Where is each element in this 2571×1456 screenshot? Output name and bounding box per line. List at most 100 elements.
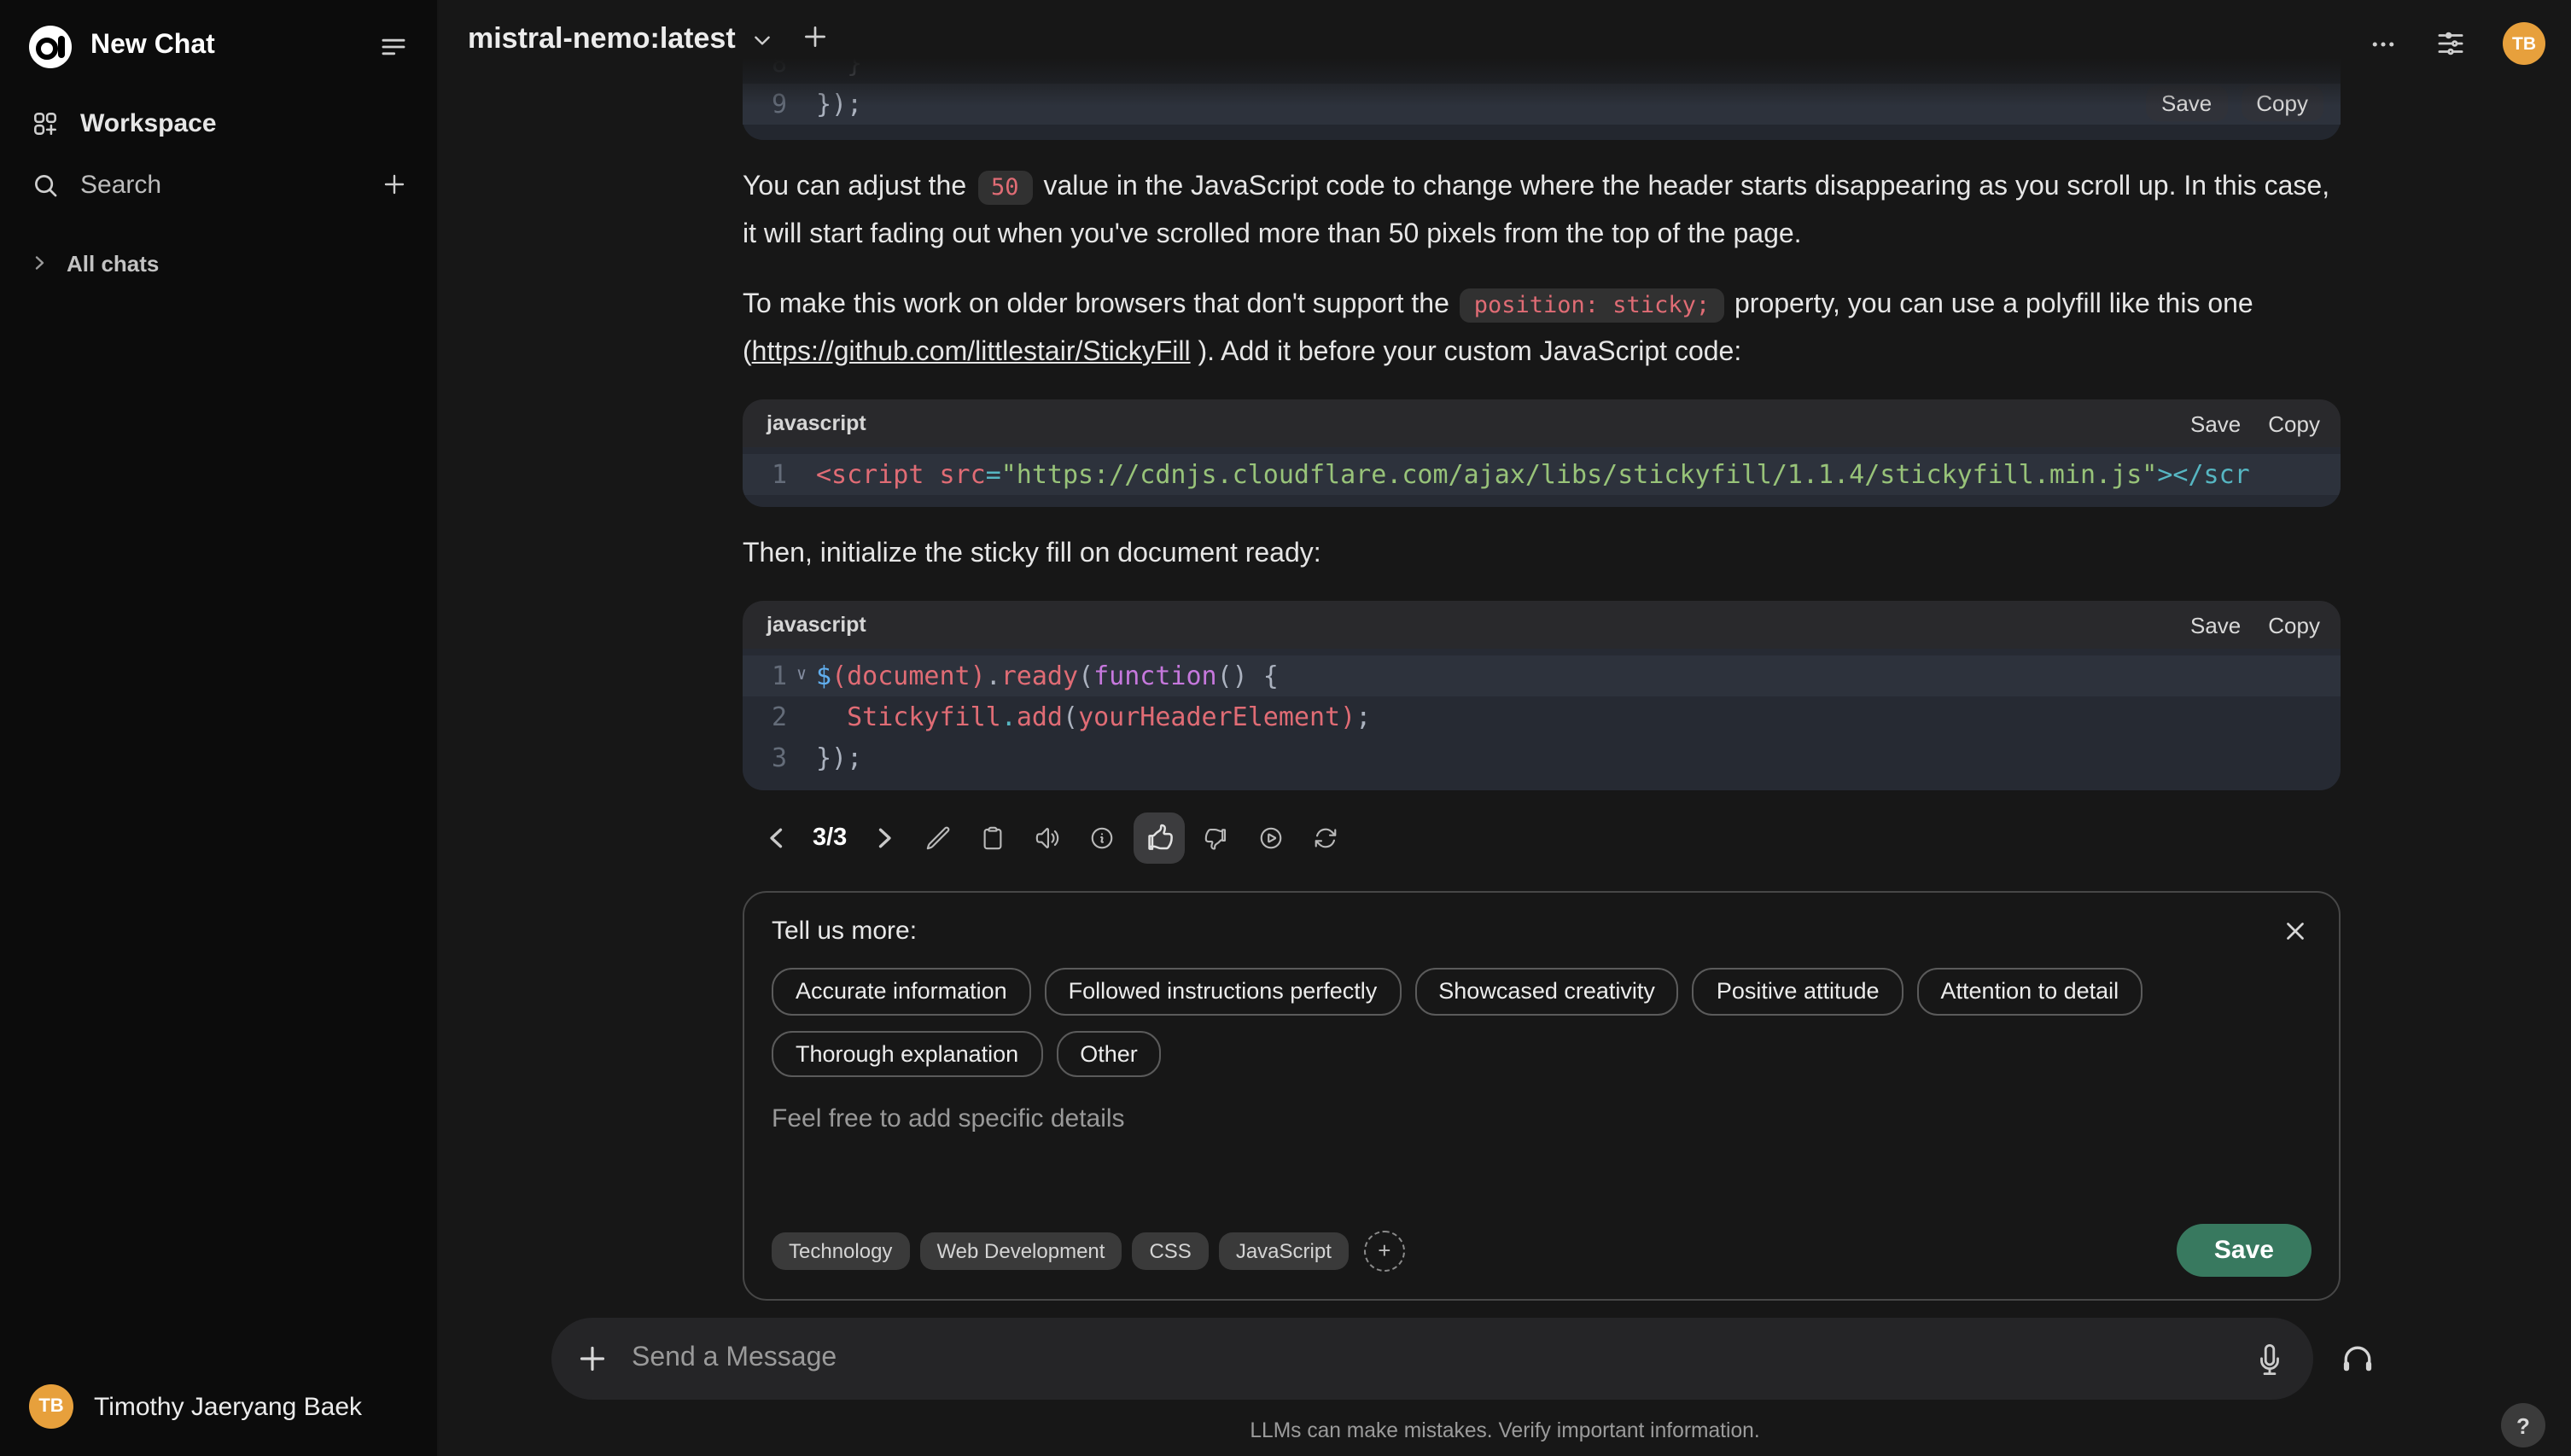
chevron-right-icon: [868, 823, 899, 853]
workspace-label: Workspace: [80, 108, 217, 137]
open-webui-app: New Chat Workspace Search All chats TB T…: [0, 0, 2571, 1456]
feedback-reasons: Accurate information Followed instruction…: [772, 968, 2312, 1077]
chevron-right-icon: [29, 253, 50, 273]
read-aloud-button[interactable]: [1024, 815, 1070, 861]
model-selector[interactable]: mistral-nemo:latest: [468, 22, 773, 56]
next-response-button[interactable]: [860, 815, 907, 861]
assistant-paragraph: To make this work on older browsers that…: [743, 282, 2341, 376]
inline-code: 50: [977, 171, 1033, 205]
code-block: javascript Save Copy 1 ∨ $(document).ready…: [743, 601, 2341, 790]
sidebar-item-search[interactable]: Search: [19, 154, 418, 215]
search-label: Search: [80, 170, 162, 199]
copy-button[interactable]: [970, 815, 1016, 861]
code-save-button[interactable]: Save: [2190, 411, 2241, 436]
message-input[interactable]: Send a Message: [551, 1318, 2313, 1400]
bad-response-button[interactable]: [1193, 815, 1239, 861]
feedback-panel: Tell us more: Accurate information Follow…: [743, 891, 2341, 1301]
app-logo: [29, 25, 72, 67]
code-copy-button[interactable]: Copy: [2268, 411, 2320, 436]
response-position: 3/3: [813, 824, 848, 852]
workspace-grid-icon: [29, 108, 60, 138]
sidebar-item-all-chats[interactable]: All chats: [19, 239, 418, 287]
feedback-reason-pill[interactable]: Other: [1056, 1030, 1162, 1077]
code-block: javascript Save Copy 1 <script src="https…: [743, 399, 2341, 507]
feedback-tag[interactable]: Technology: [772, 1232, 910, 1269]
chat-menu-button[interactable]: [2368, 28, 2399, 59]
all-chats-label: All chats: [67, 250, 160, 276]
feedback-tag[interactable]: Web Development: [919, 1232, 1122, 1269]
sidebar-user-menu[interactable]: TB Timothy Jaeryang Baek: [19, 1377, 418, 1436]
code-copy-button[interactable]: Copy: [2268, 612, 2320, 638]
refresh-icon: [1315, 828, 1337, 848]
feedback-tags: Technology Web Development CSS JavaScript: [772, 1232, 1349, 1269]
paragraph-text: To make this work on older browsers that…: [743, 290, 1457, 319]
info-icon: [1092, 827, 1113, 849]
good-response-button[interactable]: [1134, 812, 1186, 864]
chat-header: mistral-nemo:latest TB: [439, 0, 2571, 106]
code-body: 1 <script src="https://cdnjs.cloudflare.c…: [743, 447, 2341, 507]
new-chat-header-button[interactable]: [801, 22, 830, 51]
code-save-button[interactable]: Save: [2190, 612, 2241, 638]
assistant-paragraph: You can adjust the 50 value in the JavaS…: [743, 164, 2341, 258]
close-feedback-button[interactable]: [2281, 915, 2312, 946]
edit-button[interactable]: [915, 815, 961, 861]
code-line: 1 ∨ $(document).ready(function() {: [743, 655, 2341, 696]
thumbs-down-icon: [1205, 828, 1227, 850]
chat-controls-button[interactable]: [2434, 27, 2467, 60]
inline-code: position: sticky;: [1460, 288, 1724, 323]
code-block-header: javascript Save Copy: [743, 601, 2341, 649]
paragraph-text: ). Add it before your custom JavaScript …: [1190, 338, 1742, 367]
feedback-reason-pill[interactable]: Thorough explanation: [772, 1030, 1043, 1077]
pencil-icon: [927, 826, 950, 850]
feedback-reason-pill[interactable]: Positive attitude: [1692, 968, 1903, 1015]
controls-sliders-icon: [2438, 32, 2463, 55]
code-line: 2 Stickyfill.add(yourHeaderElement);: [771, 702, 1372, 732]
header-user-avatar[interactable]: TB: [2503, 22, 2545, 65]
code-language-label: javascript: [767, 411, 866, 435]
chat-main: Save Copy 8 }9}); You can adjust the 50 …: [439, 0, 2571, 1456]
model-name: mistral-nemo:latest: [468, 22, 736, 55]
close-icon: [2287, 922, 2304, 939]
sidebar-toggle-icon: [377, 31, 408, 61]
sidebar-item-workspace[interactable]: Workspace: [19, 92, 418, 154]
sidebar-toggle-button[interactable]: [377, 31, 408, 61]
plus-icon: [804, 26, 825, 47]
stickyfill-link[interactable]: https://github.com/littlestair/StickyFil…: [752, 338, 1191, 367]
feedback-comment-input[interactable]: Feel free to add specific details: [772, 1104, 2312, 1133]
feedback-save-button[interactable]: Save: [2176, 1224, 2312, 1277]
chat-content: Save Copy 8 }9}); You can adjust the 50 …: [439, 0, 2571, 1456]
speaker-icon: [1036, 828, 1059, 848]
previous-response-button[interactable]: [753, 815, 799, 861]
new-chat-title[interactable]: New Chat: [90, 31, 215, 61]
user-avatar: TB: [29, 1384, 73, 1429]
disclaimer-text: LLMs can make mistakes. Verify important…: [1250, 1418, 1760, 1442]
chevron-down-icon: [751, 28, 773, 50]
feedback-reason-pill[interactable]: Showcased creativity: [1414, 968, 1679, 1015]
thumbs-up-icon: [1148, 824, 1174, 850]
feedback-reason-pill[interactable]: Attention to detail: [1916, 968, 2143, 1015]
microphone-icon[interactable]: [2253, 1342, 2286, 1375]
add-tag-button[interactable]: +: [1363, 1230, 1405, 1271]
composer-area: Send a Message LLMs can make mistakes. V…: [439, 1318, 2571, 1456]
feedback-reason-pill[interactable]: Followed instructions perfectly: [1044, 968, 1402, 1015]
feedback-reason-pill[interactable]: Accurate information: [772, 968, 1031, 1015]
sidebar-top: New Chat Workspace Search All chats: [19, 17, 418, 287]
voice-call-button[interactable]: [2339, 1340, 2376, 1377]
play-circle-icon: [1261, 827, 1282, 849]
search-icon: [29, 169, 60, 200]
feedback-tag[interactable]: JavaScript: [1218, 1232, 1349, 1269]
paragraph-text: You can adjust the: [743, 172, 975, 201]
info-button[interactable]: [1079, 815, 1125, 861]
regenerate-button[interactable]: [1303, 815, 1349, 861]
continue-response-button[interactable]: [1248, 815, 1294, 861]
feedback-tag[interactable]: CSS: [1132, 1232, 1209, 1269]
feedback-title: Tell us more:: [772, 916, 918, 945]
new-chat-plus-button[interactable]: [381, 171, 408, 198]
message-actions-row: 3/3: [753, 812, 2341, 864]
assistant-paragraph: Then, initialize the sticky fill on docu…: [743, 539, 1321, 568]
attach-plus-icon[interactable]: [575, 1342, 609, 1376]
headphones-icon: [2343, 1346, 2372, 1372]
help-button[interactable]: ?: [2501, 1403, 2545, 1447]
code-line: 1 <script src="https://cdnjs.cloudflare.c…: [743, 454, 2341, 495]
chevron-left-icon: [761, 823, 791, 853]
